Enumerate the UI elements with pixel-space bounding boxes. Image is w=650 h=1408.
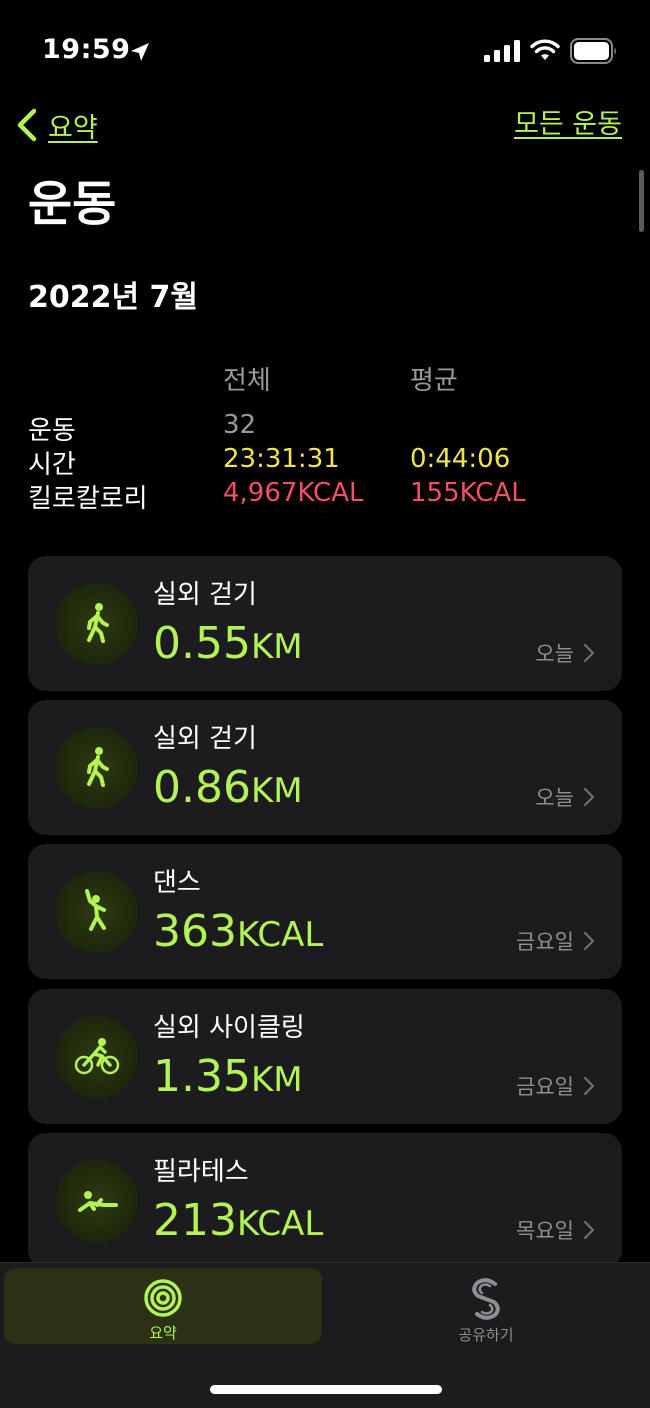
- back-button[interactable]: 요약: [14, 105, 98, 145]
- workout-card[interactable]: 댄스 363KCAL 금요일: [28, 844, 622, 979]
- workout-name: 실외 걷기: [153, 724, 257, 754]
- status-bar: 19:59: [0, 0, 650, 100]
- wifi-icon: [530, 39, 560, 60]
- month-title: 2022년 7월: [28, 280, 199, 315]
- tab-bar: 요약 공유하기: [0, 1262, 650, 1408]
- workout-value: 1.35KM: [153, 1051, 303, 1102]
- pilates-icon: [78, 1191, 118, 1212]
- sharing-icon: [472, 1278, 500, 1320]
- row-label-time: 시간: [28, 450, 76, 480]
- chevron-right-icon: [583, 787, 595, 807]
- workout-card[interactable]: 필라테스 213KCAL 목요일: [28, 1133, 622, 1268]
- walking-icon: [87, 747, 109, 787]
- workout-card[interactable]: 실외 걷기 0.86KM 오늘: [28, 700, 622, 835]
- workout-name: 실외 걷기: [153, 580, 257, 610]
- workouts-total: 32: [223, 410, 257, 440]
- workout-card[interactable]: 실외 걷기 0.55KM 오늘: [28, 556, 622, 691]
- row-label-kcal: 킬로칼로리: [28, 484, 148, 514]
- workout-day: 목요일: [516, 1215, 596, 1245]
- chevron-left-icon: [17, 108, 37, 142]
- workout-day: 금요일: [516, 1071, 596, 1101]
- workout-name: 댄스: [153, 868, 201, 898]
- workout-name: 실외 사이클링: [153, 1013, 305, 1043]
- workout-value: 213KCAL: [153, 1195, 324, 1246]
- chevron-right-icon: [583, 643, 595, 663]
- workout-value: 0.55KM: [153, 618, 303, 669]
- tab-summary-label: 요약: [149, 1324, 177, 1342]
- all-workouts-link[interactable]: 모든 운동: [514, 105, 622, 145]
- chevron-right-icon: [583, 931, 595, 951]
- page-title: 운동: [28, 176, 117, 232]
- workout-icon-badge: [56, 871, 138, 953]
- workout-name: 필라테스: [153, 1157, 249, 1187]
- cellular-signal-icon: [484, 40, 520, 62]
- workout-card[interactable]: 실외 사이클링 1.35KM 금요일: [28, 989, 622, 1124]
- workout-day: 오늘: [535, 638, 596, 668]
- tab-sharing-label: 공유하기: [458, 1326, 514, 1344]
- workout-day: 금요일: [516, 926, 596, 956]
- location-arrow-icon: [131, 43, 149, 61]
- workout-icon-badge: [56, 1160, 138, 1242]
- tab-summary[interactable]: 요약: [4, 1268, 322, 1344]
- chevron-right-icon: [583, 1076, 595, 1096]
- walking-icon: [87, 603, 109, 643]
- row-label-workouts: 운동: [28, 416, 76, 446]
- cycling-icon: [74, 1038, 120, 1075]
- dance-icon: [85, 889, 106, 931]
- time-total: 23:31:31: [223, 444, 340, 474]
- header-total: 전체: [223, 366, 271, 396]
- tab-sharing[interactable]: 공유하기: [326, 1268, 646, 1344]
- workout-icon-badge: [56, 1016, 138, 1098]
- battery-icon: [570, 38, 616, 64]
- workout-icon-badge: [56, 727, 138, 809]
- kcal-average: 155KCAL: [410, 478, 526, 508]
- scroll-indicator[interactable]: [639, 170, 644, 232]
- header-average: 평균: [410, 366, 458, 396]
- back-label: 요약: [48, 112, 98, 144]
- summary-table: 전체 평균 운동 32 시간 23:31:31 0:44:06 킬로칼로리 4,…: [28, 360, 628, 520]
- workout-day: 오늘: [535, 782, 596, 812]
- workout-value: 0.86KM: [153, 762, 303, 813]
- status-time: 19:59: [42, 34, 131, 65]
- activity-rings-icon: [144, 1279, 182, 1317]
- workout-icon-badge: [56, 583, 138, 665]
- workout-value: 363KCAL: [153, 906, 324, 957]
- time-average: 0:44:06: [410, 444, 511, 474]
- home-indicator[interactable]: [210, 1385, 442, 1394]
- kcal-total: 4,967KCAL: [223, 478, 364, 508]
- chevron-right-icon: [583, 1220, 595, 1240]
